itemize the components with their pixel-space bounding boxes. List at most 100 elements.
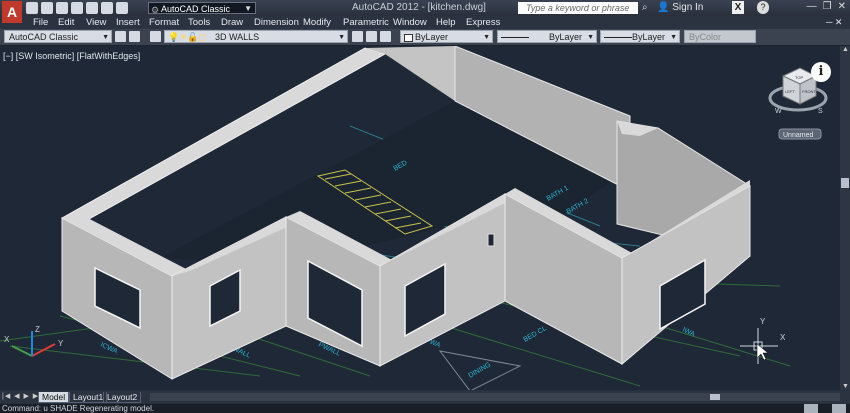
workspace-settings-icon[interactable] (115, 31, 126, 42)
open-icon[interactable] (41, 2, 53, 14)
layer-previous-icon[interactable] (366, 31, 377, 42)
search-icon[interactable]: ⌕ (642, 2, 648, 13)
help-icon[interactable]: ? (757, 1, 769, 14)
chevron-down-icon: ▼ (102, 34, 109, 41)
sign-in-button[interactable]: 👤 Sign In (657, 2, 703, 13)
vertical-scroll-thumb[interactable] (841, 178, 849, 188)
sign-in-label: Sign In (672, 2, 704, 13)
new-icon[interactable] (26, 2, 38, 14)
vertical-scrollbar[interactable]: ▲ ▼ (840, 46, 850, 390)
plotstyle-select[interactable]: ByColor (684, 30, 756, 43)
linetype-select[interactable]: ByLayer ▼ (497, 30, 597, 43)
quick-access-toolbar (26, 2, 128, 14)
compass-s: S (818, 108, 823, 115)
info-icon[interactable]: i (811, 62, 831, 82)
save-icon[interactable] (56, 2, 68, 14)
color-select[interactable]: ByLayer ▼ (400, 30, 493, 43)
command-button-1[interactable] (804, 404, 818, 413)
command-button-2[interactable] (832, 404, 846, 413)
compass-w: W (775, 108, 782, 115)
workspace-select-value: AutoCAD Classic (9, 32, 79, 42)
chevron-down-icon: ▼ (338, 34, 345, 41)
customize-icon[interactable] (129, 31, 140, 42)
color-select-value: ByLayer (415, 32, 449, 42)
chevron-down-icon: ▼ (587, 34, 594, 41)
viewcube-front-label: FRONT (802, 89, 816, 94)
linetype-select-value: ByLayer (548, 32, 582, 42)
layer-properties-icon[interactable] (150, 31, 161, 42)
label-dining: DINING (468, 361, 493, 379)
plotstyle-select-value: ByColor (689, 32, 722, 42)
close-icon[interactable]: ✕ (838, 1, 846, 12)
tab-navigation[interactable]: |◀ ◀ ▶ ▶| (2, 392, 42, 400)
svg-text:Y: Y (760, 317, 766, 326)
properties-toolbar: AutoCAD Classic ▼ 💡☀🔓◻ 3D WALLS ▼ ByLaye… (0, 29, 850, 46)
window-controls: — ❐ ✕ (807, 1, 846, 12)
svg-text:X: X (4, 335, 10, 344)
menu-bar: File Edit View Insert Format Tools Draw … (0, 16, 850, 29)
tab-layout2[interactable]: Layout2 (103, 392, 142, 403)
plot-icon[interactable] (86, 2, 98, 14)
menu-file[interactable]: File (33, 17, 48, 28)
window-title: AutoCAD 2012 - [kitchen.dwg] (352, 2, 486, 13)
workspace-select[interactable]: AutoCAD Classic ▼ (4, 30, 112, 43)
menu-edit[interactable]: Edit (58, 17, 74, 28)
autocad-logo-icon[interactable]: A (2, 1, 22, 23)
layer-select-value: 3D WALLS (215, 32, 260, 42)
opening-marker (487, 233, 495, 247)
command-line[interactable]: Command: u SHADE Regenerating model. (0, 404, 850, 413)
menu-help[interactable]: Help (436, 17, 456, 28)
scroll-up-icon[interactable]: ▲ (842, 46, 849, 53)
horizontal-scrollbar[interactable] (150, 393, 840, 401)
linetype-preview (501, 37, 529, 38)
lineweight-select[interactable]: ByLayer ▼ (600, 30, 680, 43)
drawing-canvas[interactable]: BED BATH 1 BATH 2 ICWA KWALL PWALL PWA B… (0, 46, 840, 390)
workspace-dropdown[interactable]: ⚙ AutoCAD Classic ▼ (148, 2, 256, 15)
menu-tools[interactable]: Tools (188, 17, 210, 28)
svg-text:Y: Y (58, 339, 64, 348)
menu-format[interactable]: Format (149, 17, 179, 28)
menu-insert[interactable]: Insert (116, 17, 140, 28)
layer-state-icons: 💡☀🔓◻ (168, 32, 206, 42)
chevron-down-icon: ▼ (244, 4, 252, 13)
redo-icon[interactable] (116, 2, 128, 14)
minimize-icon[interactable]: — (807, 1, 817, 12)
menu-parametric[interactable]: Parametric (343, 17, 389, 28)
layer-select[interactable]: 💡☀🔓◻ 3D WALLS ▼ (164, 30, 348, 43)
menu-modify[interactable]: Modify (303, 17, 331, 28)
menu-draw[interactable]: Draw (221, 17, 243, 28)
viewcube-left-label: LEFT (785, 89, 795, 94)
search-input[interactable]: Type a keyword or phrase (518, 2, 638, 14)
gear-icon: ⚙ (151, 5, 160, 15)
viewport-controls-label[interactable]: [−] [SW Isometric] [FlatWithEdges] (3, 51, 140, 61)
undo-icon[interactable] (101, 2, 113, 14)
chevron-down-icon: ▼ (670, 34, 677, 41)
title-bar: A ⚙ AutoCAD Classic ▼ AutoCAD 2012 - [ki… (0, 0, 850, 23)
color-swatch (404, 34, 413, 42)
scroll-down-icon[interactable]: ▼ (842, 383, 849, 390)
save-as-icon[interactable] (71, 2, 83, 14)
ucs-menu-label: Unnamed (783, 132, 813, 139)
workspace-value: AutoCAD Classic (161, 4, 231, 14)
mdi-controls[interactable]: ─ ✕ (826, 17, 842, 28)
viewcube-top-label: TOP (795, 75, 803, 80)
horizontal-scroll-thumb[interactable] (710, 394, 720, 400)
lineweight-preview (604, 37, 632, 38)
make-current-icon[interactable] (352, 31, 363, 42)
tab-layout1[interactable]: Layout1 (69, 392, 108, 403)
layer-state-icon[interactable] (380, 31, 391, 42)
menu-view[interactable]: View (86, 17, 106, 28)
svg-text:Z: Z (35, 325, 40, 334)
cursor-axis-labels: X Y (760, 317, 786, 342)
svg-text:X: X (780, 333, 786, 342)
exchange-icon[interactable]: X (732, 1, 744, 14)
menu-dimension[interactable]: Dimension (254, 17, 299, 28)
model-viewport[interactable]: [−] [SW Isometric] [FlatWithEdges] BED B… (0, 46, 840, 390)
tab-model[interactable]: Model (38, 392, 70, 403)
maximize-icon[interactable]: ❐ (823, 1, 832, 12)
menu-express[interactable]: Express (466, 17, 500, 28)
menu-window[interactable]: Window (393, 17, 427, 28)
lineweight-select-value: ByLayer (631, 32, 665, 42)
label-bed2: BED CL (523, 325, 548, 344)
chevron-down-icon: ▼ (483, 34, 490, 41)
